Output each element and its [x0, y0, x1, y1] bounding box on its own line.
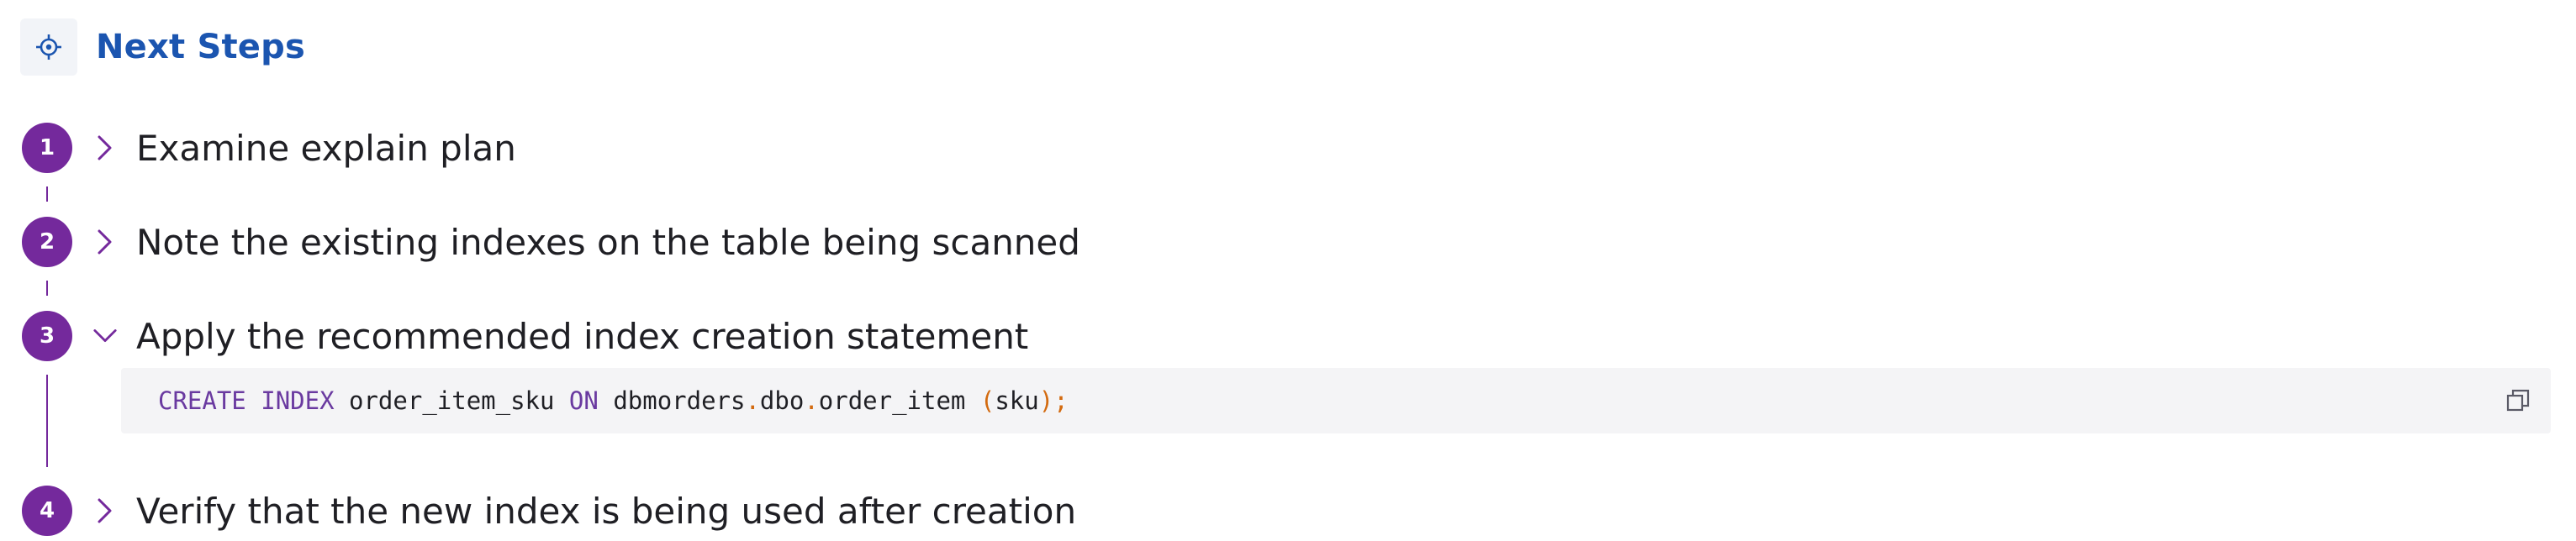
step-item: 1 Examine explain plan: [22, 123, 2561, 173]
sql-schema: dbo: [759, 386, 805, 415]
sql-punctuation: ;: [1053, 386, 1069, 415]
step-item: 2 Note the existing indexes on the table…: [22, 217, 2561, 267]
step-header[interactable]: 3 Apply the recommended index creation s…: [22, 311, 2561, 361]
sql-database: dbmorders: [613, 386, 746, 415]
chevron-down-icon[interactable]: [92, 323, 118, 349]
step-label[interactable]: Examine explain plan: [136, 128, 516, 169]
step-label[interactable]: Verify that the new index is being used …: [136, 491, 1076, 532]
step-number-badge: 3: [22, 311, 72, 361]
target-icon: [20, 18, 77, 76]
chevron-right-icon[interactable]: [92, 498, 118, 523]
chevron-right-icon[interactable]: [92, 135, 118, 160]
step-number-badge: 2: [22, 217, 72, 267]
section-title: Next Steps: [96, 28, 305, 66]
step-header[interactable]: 1 Examine explain plan: [22, 123, 2561, 173]
section-header: Next Steps: [20, 18, 305, 76]
sql-punctuation: (: [979, 386, 995, 415]
sql-punctuation: ): [1038, 386, 1054, 415]
sql-keyword: CREATE: [158, 386, 246, 415]
copy-icon[interactable]: [2504, 386, 2532, 415]
step-label[interactable]: Apply the recommended index creation sta…: [136, 316, 1028, 357]
sql-punctuation: .: [804, 386, 819, 415]
sql-index-name: order_item_sku: [349, 386, 555, 415]
sql-table: order_item: [818, 386, 966, 415]
step-number-badge: 1: [22, 123, 72, 173]
step-label[interactable]: Note the existing indexes on the table b…: [136, 222, 1080, 263]
step-number-badge: 4: [22, 486, 72, 536]
sql-punctuation: .: [745, 386, 760, 415]
chevron-right-icon[interactable]: [92, 229, 118, 255]
step-connector-2-3: [46, 281, 48, 296]
step-connector-1-2: [46, 186, 48, 202]
step-item: 4 Verify that the new index is being use…: [22, 486, 2561, 536]
sql-column: sku: [995, 386, 1039, 415]
step-header[interactable]: 2 Note the existing indexes on the table…: [22, 217, 2561, 267]
sql-keyword: INDEX: [261, 386, 335, 415]
sql-keyword: ON: [568, 386, 599, 415]
step-header[interactable]: 4 Verify that the new index is being use…: [22, 486, 2561, 536]
step-item: 3 Apply the recommended index creation s…: [22, 311, 2561, 361]
sql-code-block[interactable]: CREATE INDEX order_item_sku ON dbmorders…: [121, 368, 2551, 433]
step-connector-3-4: [46, 375, 48, 467]
